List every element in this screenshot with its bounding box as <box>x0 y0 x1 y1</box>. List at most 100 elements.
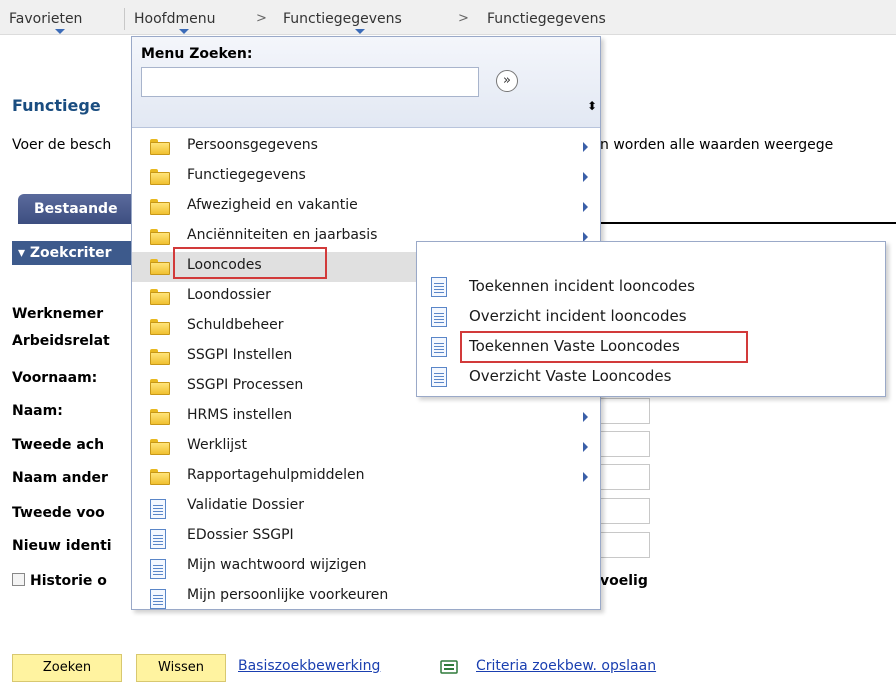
menu-item-icon-wrapper <box>150 469 170 485</box>
document-icon <box>431 277 447 297</box>
submenu-item-label: Toekennen incident looncodes <box>469 277 695 295</box>
naam-input[interactable] <box>600 398 650 424</box>
folder-icon <box>150 409 170 425</box>
breadcrumb-separator: > <box>256 11 267 26</box>
tab-existing-value[interactable]: Bestaande <box>18 194 146 224</box>
menu-item[interactable]: Functiegegevens <box>132 162 600 192</box>
naam-ander-input[interactable] <box>600 464 650 490</box>
menu-search-header: Menu Zoeken: » ⬍ <box>132 37 600 128</box>
menu-item[interactable]: Mijn persoonlijke voorkeuren <box>132 582 600 612</box>
menu-item-label: Mijn persoonlijke voorkeuren <box>187 587 389 603</box>
submenu-item[interactable]: Toekennen incident looncodes <box>417 272 885 302</box>
page-title: Functiege <box>12 96 101 115</box>
menu-item-label: SSGPI Instellen <box>187 347 293 363</box>
save-criteria-link[interactable]: Criteria zoekbew. opslaan <box>476 658 656 674</box>
menu-item-label: EDossier SSGPI <box>187 527 294 543</box>
document-icon <box>150 589 166 609</box>
folder-icon <box>150 319 170 335</box>
breadcrumb-separator-2: > <box>458 11 469 26</box>
menu-item-icon-wrapper <box>150 409 170 425</box>
breadcrumb-functiegegevens-1[interactable]: Functiegegevens <box>283 11 402 27</box>
menu-item-icon-wrapper <box>150 169 170 185</box>
breadcrumb-chevron-icon[interactable] <box>355 29 365 34</box>
folder-icon <box>150 229 170 245</box>
menu-item-icon-wrapper <box>150 259 170 275</box>
folder-icon <box>150 379 170 395</box>
nieuw-identificatie-input[interactable] <box>600 532 650 558</box>
menu-item-icon-wrapper <box>150 319 170 335</box>
menu-item[interactable]: Werklijst <box>132 432 600 462</box>
menu-item-icon-wrapper <box>150 499 166 519</box>
menu-item[interactable]: Rapportagehulpmiddelen <box>132 462 600 492</box>
menu-item-icon-wrapper <box>150 559 166 579</box>
submenu-item-icon-wrapper <box>431 337 447 357</box>
toekennen-vaste-looncodes-highlight-box <box>460 331 748 363</box>
menu-item[interactable]: EDossier SSGPI <box>132 522 600 552</box>
basic-search-link[interactable]: Basiszoekbewerking <box>238 658 380 674</box>
clear-button[interactable]: Wissen <box>136 654 226 682</box>
document-icon <box>431 337 447 357</box>
history-checkbox[interactable] <box>12 573 25 586</box>
menu-item-icon-wrapper <box>150 139 170 155</box>
tab-underline <box>590 222 896 224</box>
menu-item[interactable]: Persoonsgegevens <box>132 132 600 162</box>
submenu-item[interactable]: Overzicht incident looncodes <box>417 302 885 332</box>
sort-toggle-icon[interactable]: ⬍ <box>587 99 597 113</box>
menu-item-label: Anciënniteiten en jaarbasis <box>187 227 378 243</box>
label-tweede-voornaam: Tweede voo <box>12 505 105 521</box>
menu-search-input[interactable] <box>141 67 479 97</box>
folder-icon <box>150 349 170 365</box>
looncodes-highlight-box <box>173 247 327 279</box>
folder-icon <box>150 469 170 485</box>
favorites-menu[interactable]: Favorieten <box>9 11 82 27</box>
menu-item-icon-wrapper <box>150 349 170 365</box>
menu-item-label: SSGPI Processen <box>187 377 304 393</box>
tweede-achternaam-input[interactable] <box>600 431 650 457</box>
search-criteria-section-header[interactable]: ▾ Zoekcriter <box>12 241 144 265</box>
menu-item-icon-wrapper <box>150 229 170 245</box>
main-menu[interactable]: Hoofdmenu <box>134 11 215 27</box>
menu-search-title: Menu Zoeken: <box>141 46 253 62</box>
instruction-text-left: Voer de besch <box>12 137 112 153</box>
menu-item[interactable]: Validatie Dossier <box>132 492 600 522</box>
submenu-item-icon-wrapper <box>431 307 447 327</box>
favorites-chevron-icon[interactable] <box>55 29 65 34</box>
tweede-voornaam-input[interactable] <box>600 498 650 524</box>
submenu-arrow-icon <box>583 202 588 212</box>
menu-item[interactable]: HRMS instellen <box>132 402 600 432</box>
folder-icon <box>150 439 170 455</box>
breadcrumb-functiegegevens-2: Functiegegevens <box>487 11 606 27</box>
main-menu-chevron-icon[interactable] <box>179 29 189 34</box>
menu-item-label: Mijn wachtwoord wijzigen <box>187 557 367 573</box>
case-sensitive-label: voelig <box>600 573 648 589</box>
menu-item-label: HRMS instellen <box>187 407 293 423</box>
submenu-item[interactable]: Overzicht Vaste Looncodes <box>417 362 885 392</box>
document-icon <box>150 499 166 519</box>
menu-item-label: Afwezigheid en vakantie <box>187 197 358 213</box>
label-naam: Naam: <box>12 403 63 419</box>
save-criteria-icon[interactable] <box>440 660 458 674</box>
menu-item-icon-wrapper <box>150 589 166 609</box>
document-icon <box>431 307 447 327</box>
menu-item-label: Validatie Dossier <box>187 497 304 513</box>
menu-item-label: Schuldbeheer <box>187 317 284 333</box>
folder-icon <box>150 199 170 215</box>
menu-item-icon-wrapper <box>150 529 166 549</box>
label-werknemer: Werknemer <box>12 306 104 322</box>
menu-item-icon-wrapper <box>150 199 170 215</box>
menu-search-go-button[interactable]: » <box>496 70 518 92</box>
submenu-arrow-icon <box>583 412 588 422</box>
folder-icon <box>150 169 170 185</box>
label-tweede-achternaam: Tweede ach <box>12 437 105 453</box>
menu-item-label: Loondossier <box>187 287 271 303</box>
menu-item[interactable]: Mijn wachtwoord wijzigen <box>132 552 600 582</box>
document-icon <box>150 529 166 549</box>
menu-item[interactable]: Afwezigheid en vakantie <box>132 192 600 222</box>
document-icon <box>431 367 447 387</box>
search-button[interactable]: Zoeken <box>12 654 122 682</box>
label-voornaam: Voornaam: <box>12 370 98 386</box>
top-navigation-bar: Favorieten Hoofdmenu > Functiegegevens >… <box>0 0 896 35</box>
submenu-arrow-icon <box>583 472 588 482</box>
folder-icon <box>150 259 170 275</box>
submenu-arrow-icon <box>583 172 588 182</box>
